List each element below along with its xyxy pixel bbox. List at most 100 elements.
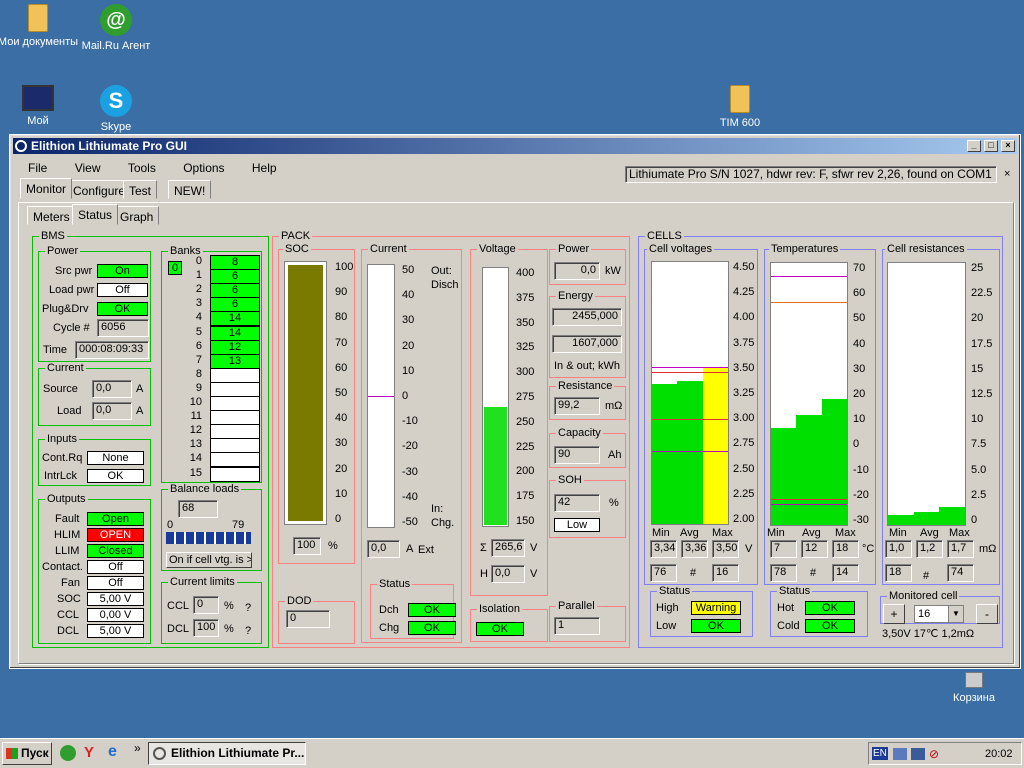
close-button[interactable]: × — [1001, 140, 1015, 152]
monitored-cell-group: Monitored cell + 16 ▼ - — [880, 590, 1000, 624]
desktop-icon-tim600[interactable]: TIM 600 — [695, 85, 785, 130]
capacity-value: 90 — [554, 446, 600, 464]
desktop-icon-recycle-bin[interactable]: Корзина — [929, 672, 1019, 705]
isolation-title: Isolation — [477, 603, 522, 615]
monitored-minus-button[interactable]: - — [976, 604, 998, 624]
contact-value: Off — [87, 560, 144, 574]
monitored-cell-select[interactable]: 16 ▼ — [914, 605, 964, 623]
cell-resistances-scale: 25 22.5 20 17.5 15 12.5 10 7.5 5.0 2.5 0 — [971, 262, 999, 526]
contact-label: Contact. — [42, 561, 83, 573]
contrq-label: Cont.Rq — [42, 452, 83, 464]
r-min-cell: 18 — [885, 564, 912, 582]
parallel-title: Parallel — [556, 600, 597, 612]
voltage-scale: 400 375 350 325 300 275 250 225 200 175 150 — [516, 267, 544, 527]
ccl-help-icon[interactable]: ? — [245, 602, 251, 614]
menu-options[interactable]: Options — [183, 161, 224, 175]
cell-voltages-chart — [651, 261, 729, 525]
banks-list: 0 8 1 6 2 6 3 6 4 14 5 14 6 12 7 13 8 9 10 11 12 13 14 15 — [188, 255, 260, 482]
low-label: Low — [656, 620, 677, 632]
ccl-limit-value[interactable]: 0 — [193, 596, 219, 614]
bank-value — [210, 467, 260, 482]
language-indicator[interactable]: EN — [872, 747, 888, 760]
bank-id: 4 — [195, 311, 202, 323]
cv-max-cell: 16 — [712, 564, 739, 582]
outputs-group: Outputs Fault Open HLIM OPEN LLIM Closed… — [38, 493, 151, 644]
bank-id: 6 — [195, 340, 202, 352]
quicklaunch-more-icon[interactable]: » — [134, 741, 141, 755]
start-label: Пуск — [21, 746, 49, 760]
quicklaunch-ie-icon[interactable]: e — [108, 743, 117, 761]
tab-test[interactable]: Test — [123, 180, 158, 199]
minimize-button[interactable]: _ — [967, 140, 981, 152]
tab-status[interactable]: Status — [72, 204, 119, 225]
quicklaunch-mailru-icon[interactable] — [60, 745, 76, 761]
soc-tick: 30 — [335, 437, 348, 450]
pack-current-value: 0,0 — [367, 540, 400, 558]
dcl-limit-value[interactable]: 100 — [193, 619, 219, 637]
cv-high-limit-line — [652, 366, 728, 368]
tab-meters[interactable]: Meters — [27, 206, 76, 225]
title-bar: Elithion Lithiumate Pro GUI _ □ × — [13, 138, 1017, 154]
menu-help[interactable]: Help — [252, 161, 277, 175]
sub-tabs: Meters Status Graph — [27, 204, 227, 228]
soh-title: SOH — [556, 474, 584, 486]
voltage-tick: 300 — [516, 366, 535, 379]
cv-low-warning-line — [652, 419, 728, 421]
ccl-output-label: CCL — [57, 609, 80, 621]
temperature-tick: 20 — [853, 388, 866, 400]
cell-bar — [677, 381, 704, 524]
balance-max-label: 79 — [232, 519, 245, 531]
desktop-icon-label: TIM 600 — [719, 117, 761, 129]
menu-view[interactable]: View — [75, 161, 101, 175]
r-min-label: Min — [889, 527, 907, 539]
balance-mode-button[interactable]: On if cell vtg. is > — [166, 552, 252, 568]
cell-voltage-tick: 3.75 — [733, 336, 755, 349]
cell-resistances-title: Cell resistances — [885, 243, 967, 255]
taskbar-app-button[interactable]: Elithion Lithiumate Pr... — [148, 742, 306, 765]
taskbar-app-label: Elithion Lithiumate Pr... — [171, 746, 305, 760]
tab-configure[interactable]: Configure — [67, 180, 132, 199]
dcl-help-icon[interactable]: ? — [245, 625, 251, 637]
bank-id: 13 — [189, 438, 202, 450]
desktop-icon-skype[interactable]: S Skype — [71, 85, 161, 134]
bank-value: 8 — [210, 255, 260, 270]
fan-label: Fan — [61, 577, 80, 589]
chevron-down-icon[interactable]: ▼ — [948, 606, 963, 622]
bank-value: 6 — [210, 283, 260, 298]
bank-selector[interactable]: 0 — [168, 261, 182, 275]
start-button[interactable]: Пуск — [2, 742, 52, 765]
menu-tools[interactable]: Tools — [128, 161, 156, 175]
bank-id: 10 — [189, 396, 202, 408]
cv-avg-value: 3,36 — [681, 540, 708, 558]
resistance-tick: 0 — [971, 514, 978, 526]
status-close-icon[interactable]: × — [1004, 168, 1010, 180]
volume-muted-icon[interactable]: ⊘ — [929, 747, 939, 761]
menu-file[interactable]: File — [28, 161, 47, 175]
voltage-tick: 150 — [516, 515, 535, 527]
monitored-plus-button[interactable]: + — [883, 604, 905, 624]
pack-power-unit: kW — [605, 265, 621, 277]
ccl-limit-label: CCL — [167, 600, 190, 612]
soc-tick: 20 — [335, 462, 348, 475]
cv-high-warning-line — [652, 372, 728, 374]
voltage-sum-symbol: Σ — [480, 542, 487, 554]
monitor-tray-icon[interactable] — [911, 748, 925, 760]
network-icon[interactable] — [893, 748, 907, 760]
cell-resistances-group: Cell resistances 25 22.5 20 17.5 15 12.5 10 7.5… — [882, 243, 1000, 585]
cell-voltage-tick: 2.00 — [733, 513, 755, 525]
load-current-value: 0,0 — [92, 402, 132, 420]
cells-title: CELLS — [645, 230, 684, 242]
bank-value — [210, 382, 260, 397]
resistance-tick: 2.5 — [971, 488, 987, 501]
desktop-icon-mailru[interactable]: @ Mail.Ru Агент — [71, 4, 161, 53]
isolation-value: OK — [476, 622, 524, 636]
maximize-button[interactable]: □ — [984, 140, 998, 152]
quicklaunch-yandex-icon[interactable]: Y — [84, 744, 94, 761]
temperature-tick: 70 — [853, 262, 866, 274]
current-tick: 20 — [402, 339, 415, 352]
tab-graph[interactable]: Graph — [114, 206, 160, 225]
pack-power-value: 0,0 — [554, 262, 600, 280]
tab-monitor[interactable]: Monitor — [20, 178, 73, 199]
tab-new[interactable]: NEW! — [168, 180, 212, 199]
voltage-tick: 200 — [516, 465, 535, 478]
